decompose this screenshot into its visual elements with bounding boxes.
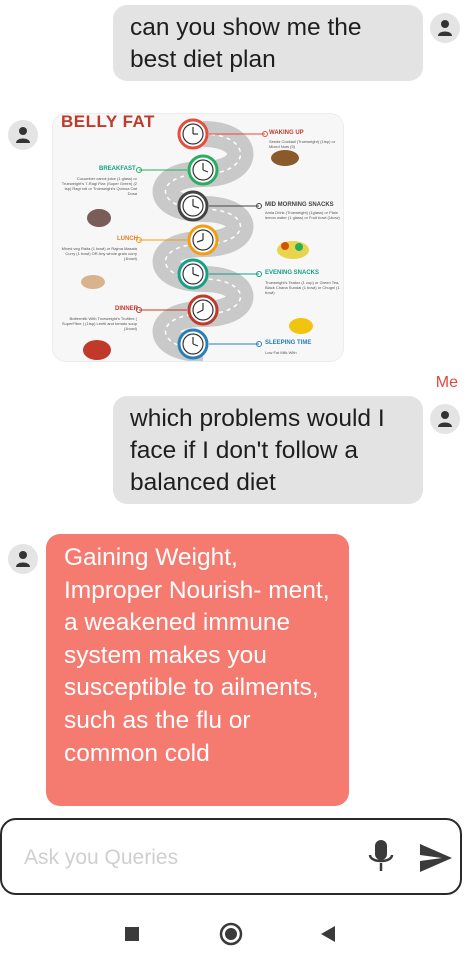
text-mid-morning: Amla Drink (Trueweight) (1glass) or Plai…	[265, 210, 340, 220]
text-breakfast: Cucumber carrot juice (1 glass) or Truew…	[61, 176, 137, 196]
label-dinner: DINNER	[115, 306, 139, 312]
sender-label: Me	[435, 374, 458, 391]
label-lunch: LUNCH	[117, 236, 138, 242]
text-evening: Trueweight's Teatox (1 cup) or Green Tea…	[265, 280, 340, 295]
text-sleeping: Low Fat Milk With	[265, 350, 297, 355]
user-avatar-2	[430, 404, 460, 434]
label-breakfast: BREAKFAST	[99, 166, 136, 172]
clock-icon-mid-morning	[177, 190, 209, 222]
bot-avatar-2	[8, 544, 38, 574]
system-nav-bar	[0, 905, 466, 957]
text-dinner: Buttermilk With Trueweight's Trufibre ( …	[61, 316, 137, 331]
query-input-bar[interactable]: Ask you Queries	[0, 818, 462, 895]
bot-message-2-text: Gaining Weight, Improper Nourish- ment, …	[64, 544, 330, 767]
infographic-title: BELLY FAT	[61, 113, 155, 131]
person-icon	[438, 411, 452, 427]
label-mid-morning: MID MORNING SNACKS	[265, 202, 334, 208]
microphone-icon[interactable]	[366, 838, 396, 876]
clock-icon-breakfast	[187, 154, 219, 186]
label-waking-up: WAKING UP	[269, 130, 304, 136]
bot-message-2: Gaining Weight, Improper Nourish- ment, …	[46, 534, 349, 806]
label-evening: EVENING SNACKS	[265, 270, 320, 276]
clock-icon-sleeping	[177, 328, 209, 360]
label-sleeping: SLEEPING TIME	[265, 340, 312, 346]
clock-icon-waking	[177, 118, 209, 150]
send-icon[interactable]	[418, 842, 454, 874]
user-avatar-1	[430, 13, 460, 43]
triangle-icon[interactable]	[320, 925, 336, 943]
user-message-1: can you show me the best diet plan	[113, 5, 423, 81]
diet-plan-infographic[interactable]: BELLY FAT WAKING UP Seeds Cocktail (True…	[52, 113, 344, 362]
person-icon	[16, 551, 30, 567]
bot-avatar-1	[8, 120, 38, 150]
user-message-2: which problems would I face if I don't f…	[113, 396, 423, 504]
clock-icon-evening	[177, 258, 209, 290]
text-waking-up: Seeds Cocktail (Trueweight) (1tsp) or Mi…	[269, 139, 336, 149]
query-input[interactable]: Ask you Queries	[24, 846, 178, 870]
circle-icon[interactable]	[219, 922, 243, 946]
square-icon[interactable]	[125, 927, 139, 941]
user-message-2-text: which problems would I face if I don't f…	[130, 405, 385, 496]
clock-icon-dinner	[187, 294, 219, 326]
text-lunch: Mixed veg Raita (1 bowl) or Rajma Masala…	[61, 246, 137, 261]
clock-icon-lunch	[187, 224, 219, 256]
user-message-1-text: can you show me the best diet plan	[130, 14, 362, 73]
person-icon	[438, 20, 452, 36]
person-icon	[16, 127, 30, 143]
